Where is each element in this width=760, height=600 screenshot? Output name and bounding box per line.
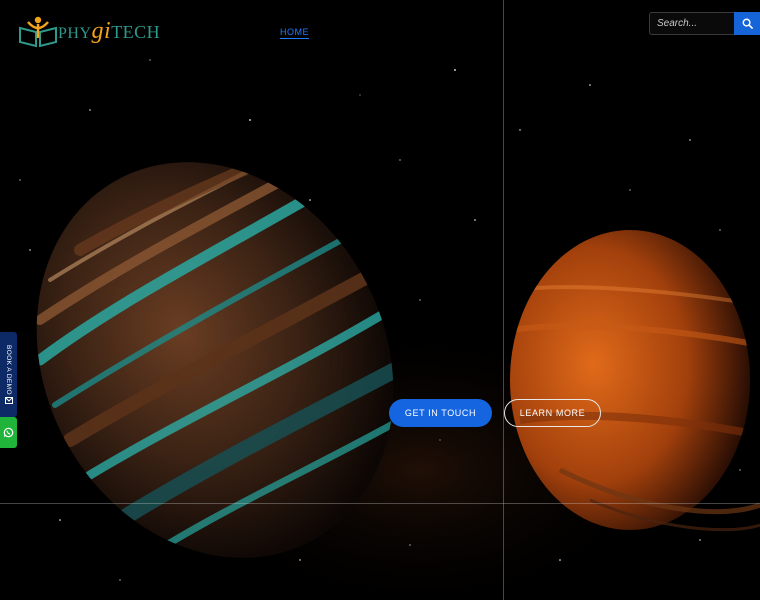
book-demo-tab[interactable]: BOOK A DEMO xyxy=(0,332,17,417)
search-icon xyxy=(742,18,753,29)
reader-book-icon xyxy=(19,16,57,48)
brand-part-3: TECH xyxy=(111,22,161,42)
book-demo-label: BOOK A DEMO xyxy=(5,344,12,395)
whatsapp-icon xyxy=(3,427,14,438)
search-input[interactable] xyxy=(649,12,734,35)
brand-part-1: PHY xyxy=(58,25,92,42)
site-logo[interactable]: PHYgiTECH xyxy=(18,14,160,48)
get-in-touch-button[interactable]: GET IN TOUCH xyxy=(389,399,492,427)
layout-guide-horizontal xyxy=(0,503,760,504)
layout-guide-vertical xyxy=(503,0,504,600)
brand-part-2: gi xyxy=(91,18,112,44)
nav-item-home[interactable]: HOME xyxy=(280,27,309,39)
mail-icon xyxy=(4,397,13,405)
learn-more-button[interactable]: LEARN MORE xyxy=(504,399,601,427)
search-button[interactable] xyxy=(734,12,760,35)
brand-wordmark: PHYgiTECH xyxy=(58,19,160,43)
hero-background-image xyxy=(0,0,760,600)
search-bar xyxy=(649,12,760,35)
whatsapp-button[interactable] xyxy=(0,417,17,448)
